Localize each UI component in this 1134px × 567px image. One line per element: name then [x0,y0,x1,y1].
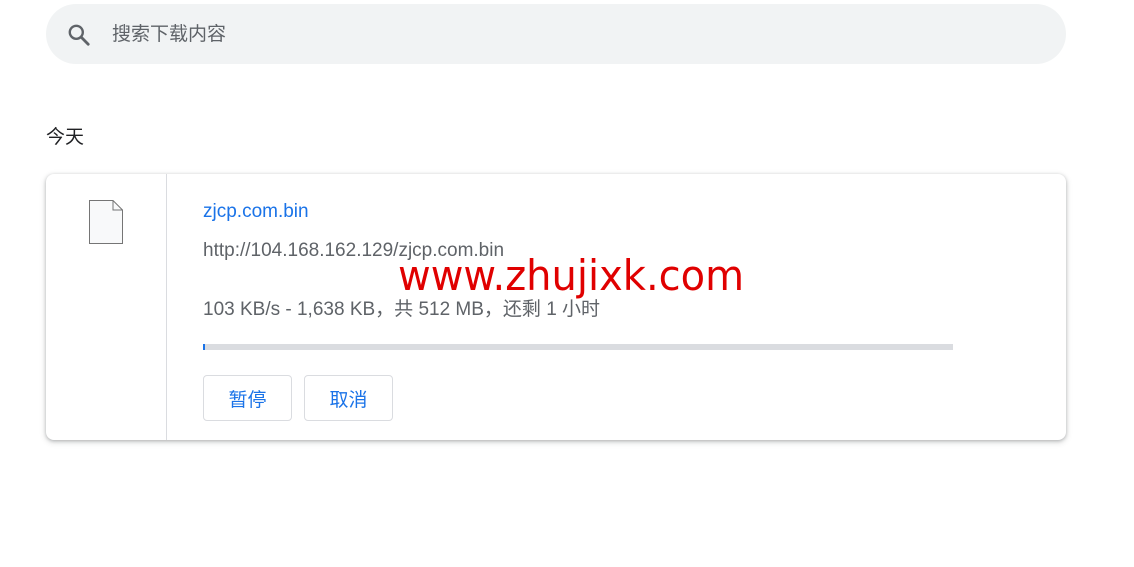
file-icon-column [46,174,167,440]
file-name-link[interactable]: zjcp.com.bin [203,201,309,223]
progress-bar [203,344,953,350]
search-input[interactable] [112,18,1012,50]
downloads-page: 今天 zjcp.com.bin http://104.168.162.129/z… [0,0,1134,567]
search-icon[interactable] [66,22,92,48]
cancel-button[interactable]: 取消 [304,375,393,421]
pause-button[interactable]: 暂停 [203,375,292,421]
watermark-text: www.zhujixk.com [398,252,745,301]
search-bar[interactable] [46,4,1066,64]
file-icon [89,200,123,244]
download-details: zjcp.com.bin http://104.168.162.129/zjcp… [203,174,1023,440]
date-section-heading: 今天 [46,126,85,148]
progress-bar-fill [203,344,206,350]
download-item-card: zjcp.com.bin http://104.168.162.129/zjcp… [46,174,1066,440]
